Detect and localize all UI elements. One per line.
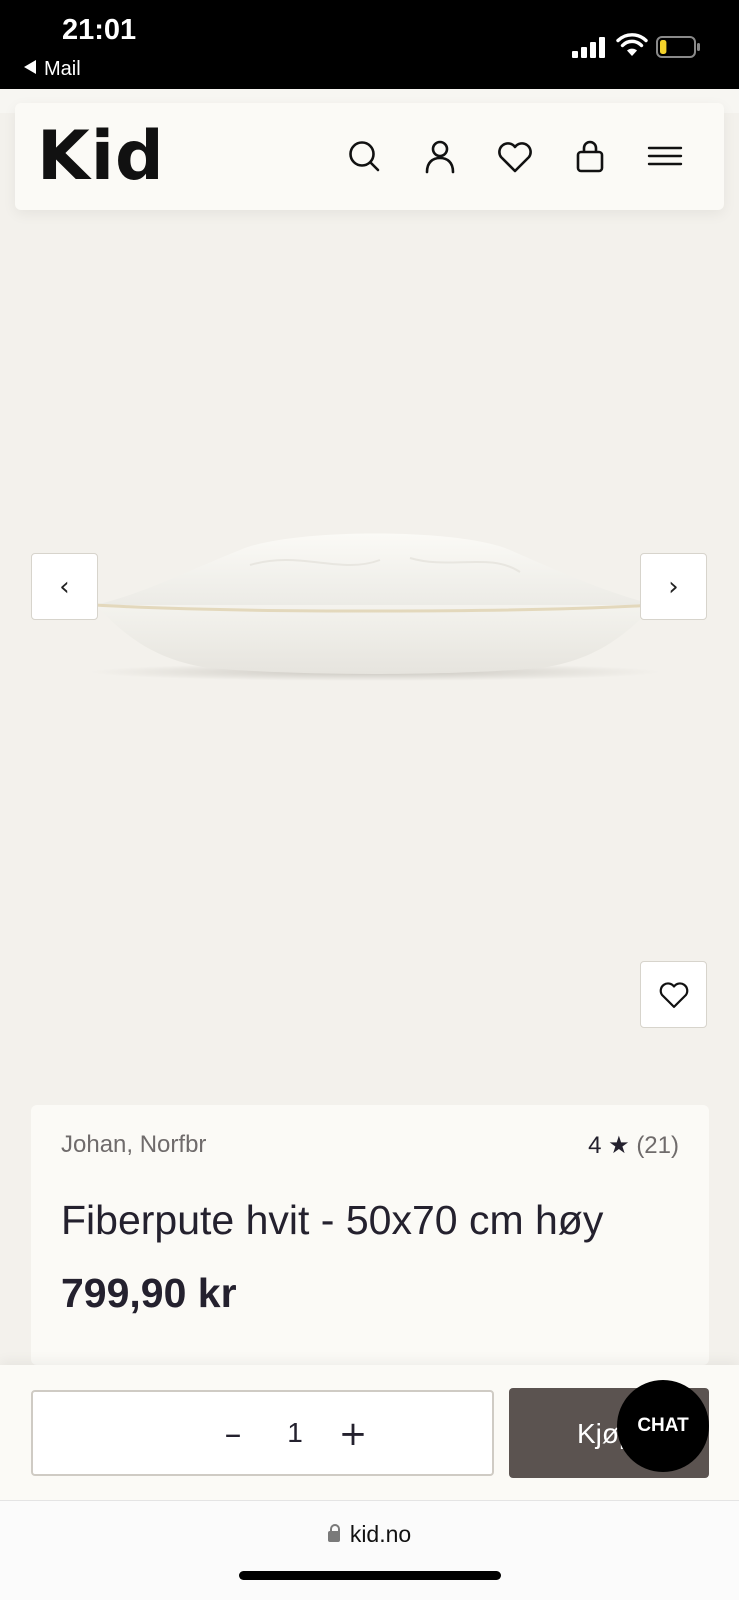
cart-icon[interactable] [570, 137, 610, 177]
product-rating[interactable]: 4 ★ (21) [588, 1131, 679, 1160]
wifi-icon [616, 33, 648, 56]
site-header: Kid [15, 103, 724, 210]
url-text: kid.no [349, 1521, 412, 1547]
increase-quantity-button[interactable]: + [329, 1410, 377, 1458]
back-label: Mail [44, 58, 81, 80]
decrease-quantity-button[interactable]: – [209, 1410, 257, 1458]
kid-logo[interactable]: Kid [37, 117, 165, 196]
quantity-value[interactable]: 1 [265, 1417, 325, 1449]
lock-icon [327, 1524, 340, 1542]
battery-icon [656, 36, 700, 58]
status-bar: 21:01 Mail [0, 0, 739, 89]
product-price: 799,90 kr [61, 1270, 237, 1316]
menu-icon[interactable] [645, 137, 685, 177]
add-to-favorites-button[interactable] [640, 961, 707, 1028]
back-arrow-icon [24, 60, 36, 74]
wishlist-icon[interactable] [495, 137, 535, 177]
product-brand[interactable]: Johan, Norfbr [61, 1131, 206, 1159]
back-to-mail-link[interactable]: Mail [24, 58, 81, 81]
review-count: (21) [636, 1132, 679, 1159]
signal-icon [572, 36, 606, 58]
search-icon[interactable] [345, 137, 385, 177]
product-image-gallery[interactable]: ‹ › [0, 210, 739, 1090]
product-info-card: Johan, Norfbr 4 ★ (21) Fiberpute hvit - … [31, 1105, 709, 1365]
previous-image-button[interactable]: ‹ [31, 553, 98, 620]
account-icon[interactable] [420, 137, 460, 177]
browser-url-bar[interactable]: kid.no [0, 1500, 739, 1600]
home-indicator[interactable] [239, 1571, 501, 1580]
chat-button[interactable]: CHAT [617, 1380, 709, 1472]
url-display[interactable]: kid.no [0, 1521, 739, 1548]
product-image [90, 533, 660, 681]
next-image-button[interactable]: › [640, 553, 707, 620]
status-time: 21:01 [62, 14, 137, 46]
rating-value: 4 [588, 1132, 602, 1159]
heart-icon [659, 981, 688, 1008]
product-title: Fiberpute hvit - 50x70 cm høy [61, 1197, 604, 1243]
star-icon: ★ [608, 1132, 630, 1159]
quantity-stepper: – 1 + [31, 1390, 494, 1476]
